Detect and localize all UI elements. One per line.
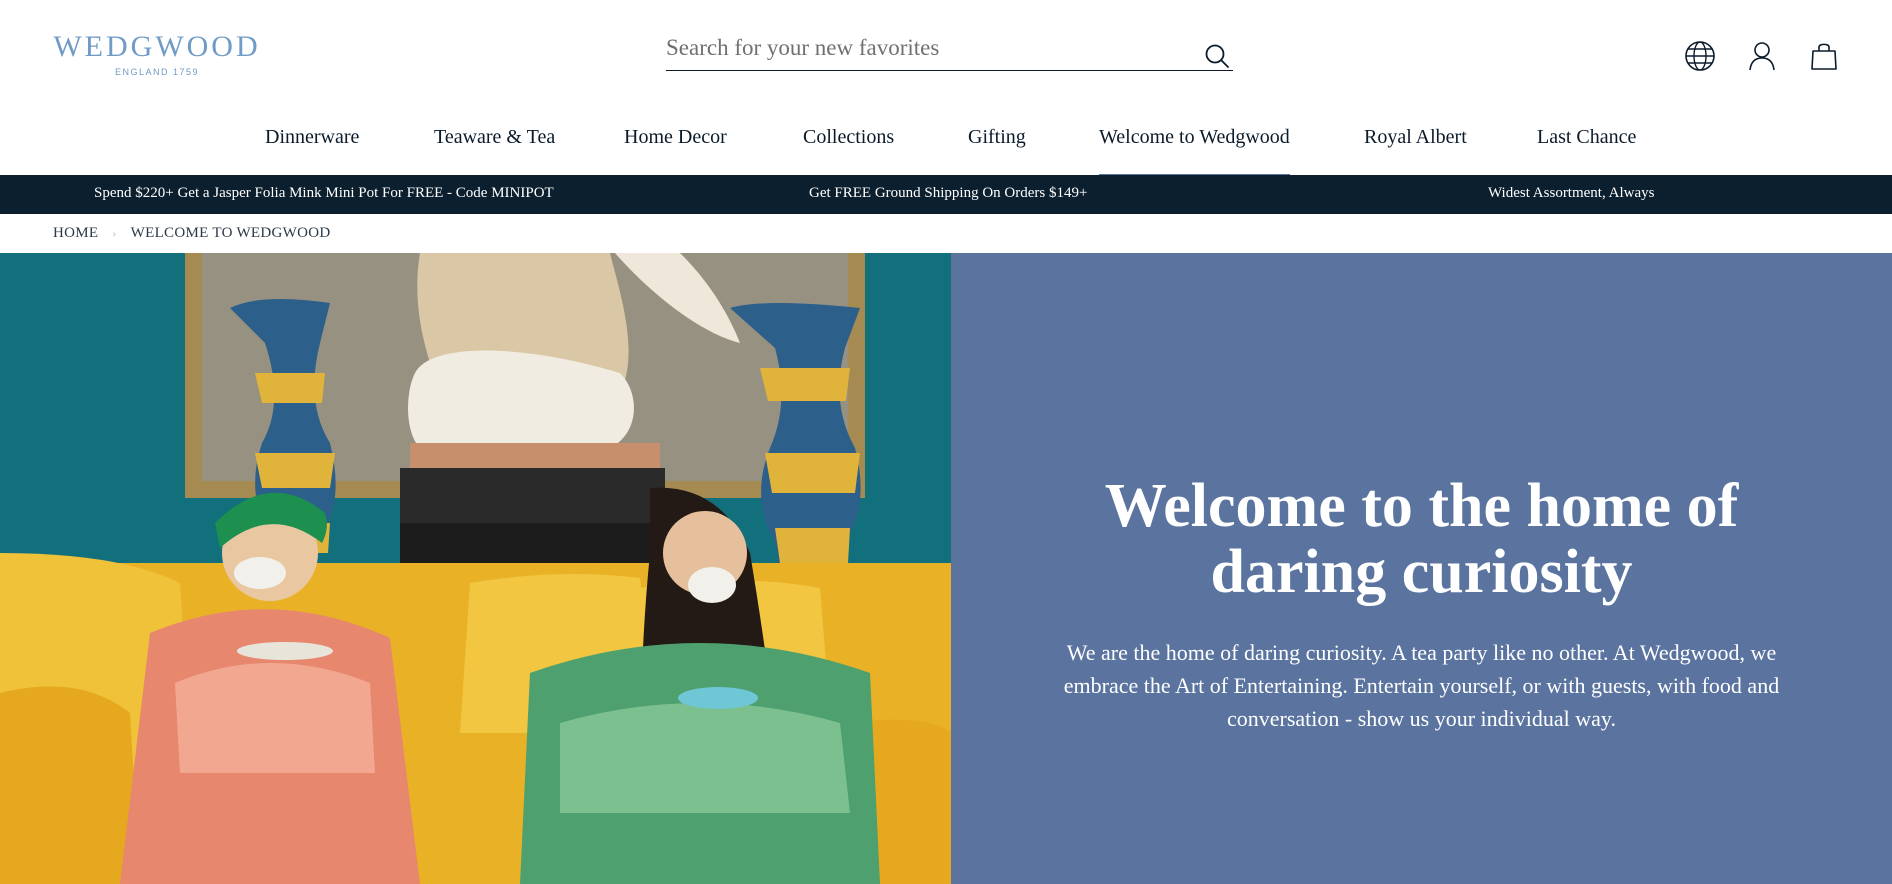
hero-title-line: Welcome to the home of [1104,472,1739,540]
breadcrumb: HOME › WELCOME TO WEDGWOOD [53,225,331,242]
shopping-bag-icon[interactable] [1808,40,1840,72]
promo-bar: Spend $220+ Get a Jasper Folia Mink Mini… [0,175,1892,214]
user-icon[interactable] [1746,40,1778,72]
breadcrumb-separator-icon: › [112,226,117,240]
hero-text-panel: Welcome to the home of daring curiosity … [951,253,1892,884]
nav-gifting[interactable]: Gifting [968,126,1026,175]
promo-message[interactable]: Widest Assortment, Always [1488,185,1654,202]
utility-icons [1684,40,1840,72]
globe-icon[interactable] [1684,40,1716,72]
nav-welcome-to-wedgwood[interactable]: Welcome to Wedgwood [1099,126,1290,178]
wedgwood-logo[interactable]: WEDGWOOD ENGLAND 1759 [50,30,264,77]
search-bar [666,28,1233,71]
logo-wordmark: WEDGWOOD [53,30,261,63]
hero-title-line: daring curiosity [1210,538,1633,606]
hero-photo-illustration [0,253,951,884]
promo-message[interactable]: Spend $220+ Get a Jasper Folia Mink Mini… [94,185,554,202]
breadcrumb-home[interactable]: HOME [53,225,98,241]
nav-last-chance[interactable]: Last Chance [1537,126,1636,175]
hero-image [0,253,951,884]
main-nav: Dinnerware Teaware & Tea Home Decor Coll… [0,108,1892,178]
search-icon[interactable] [1203,42,1231,70]
hero-title: Welcome to the home of daring curiosity [951,473,1892,605]
nav-teaware-tea[interactable]: Teaware & Tea [434,126,555,175]
search-input[interactable] [666,28,1186,68]
hero-section: Welcome to the home of daring curiosity … [0,253,1892,884]
promo-message[interactable]: Get FREE Ground Shipping On Orders $149+ [809,185,1087,202]
nav-collections[interactable]: Collections [803,126,894,175]
logo-tagline: ENGLAND 1759 [114,67,200,77]
hero-description: We are the home of daring curiosity. A t… [1063,640,1780,731]
nav-royal-albert[interactable]: Royal Albert [1364,126,1467,175]
nav-home-decor[interactable]: Home Decor [624,126,727,175]
nav-dinnerware[interactable]: Dinnerware [265,126,359,175]
site-header: WEDGWOOD ENGLAND 1759 Dinnerware Teaware… [0,0,1892,178]
breadcrumb-current: WELCOME TO WEDGWOOD [130,225,331,241]
